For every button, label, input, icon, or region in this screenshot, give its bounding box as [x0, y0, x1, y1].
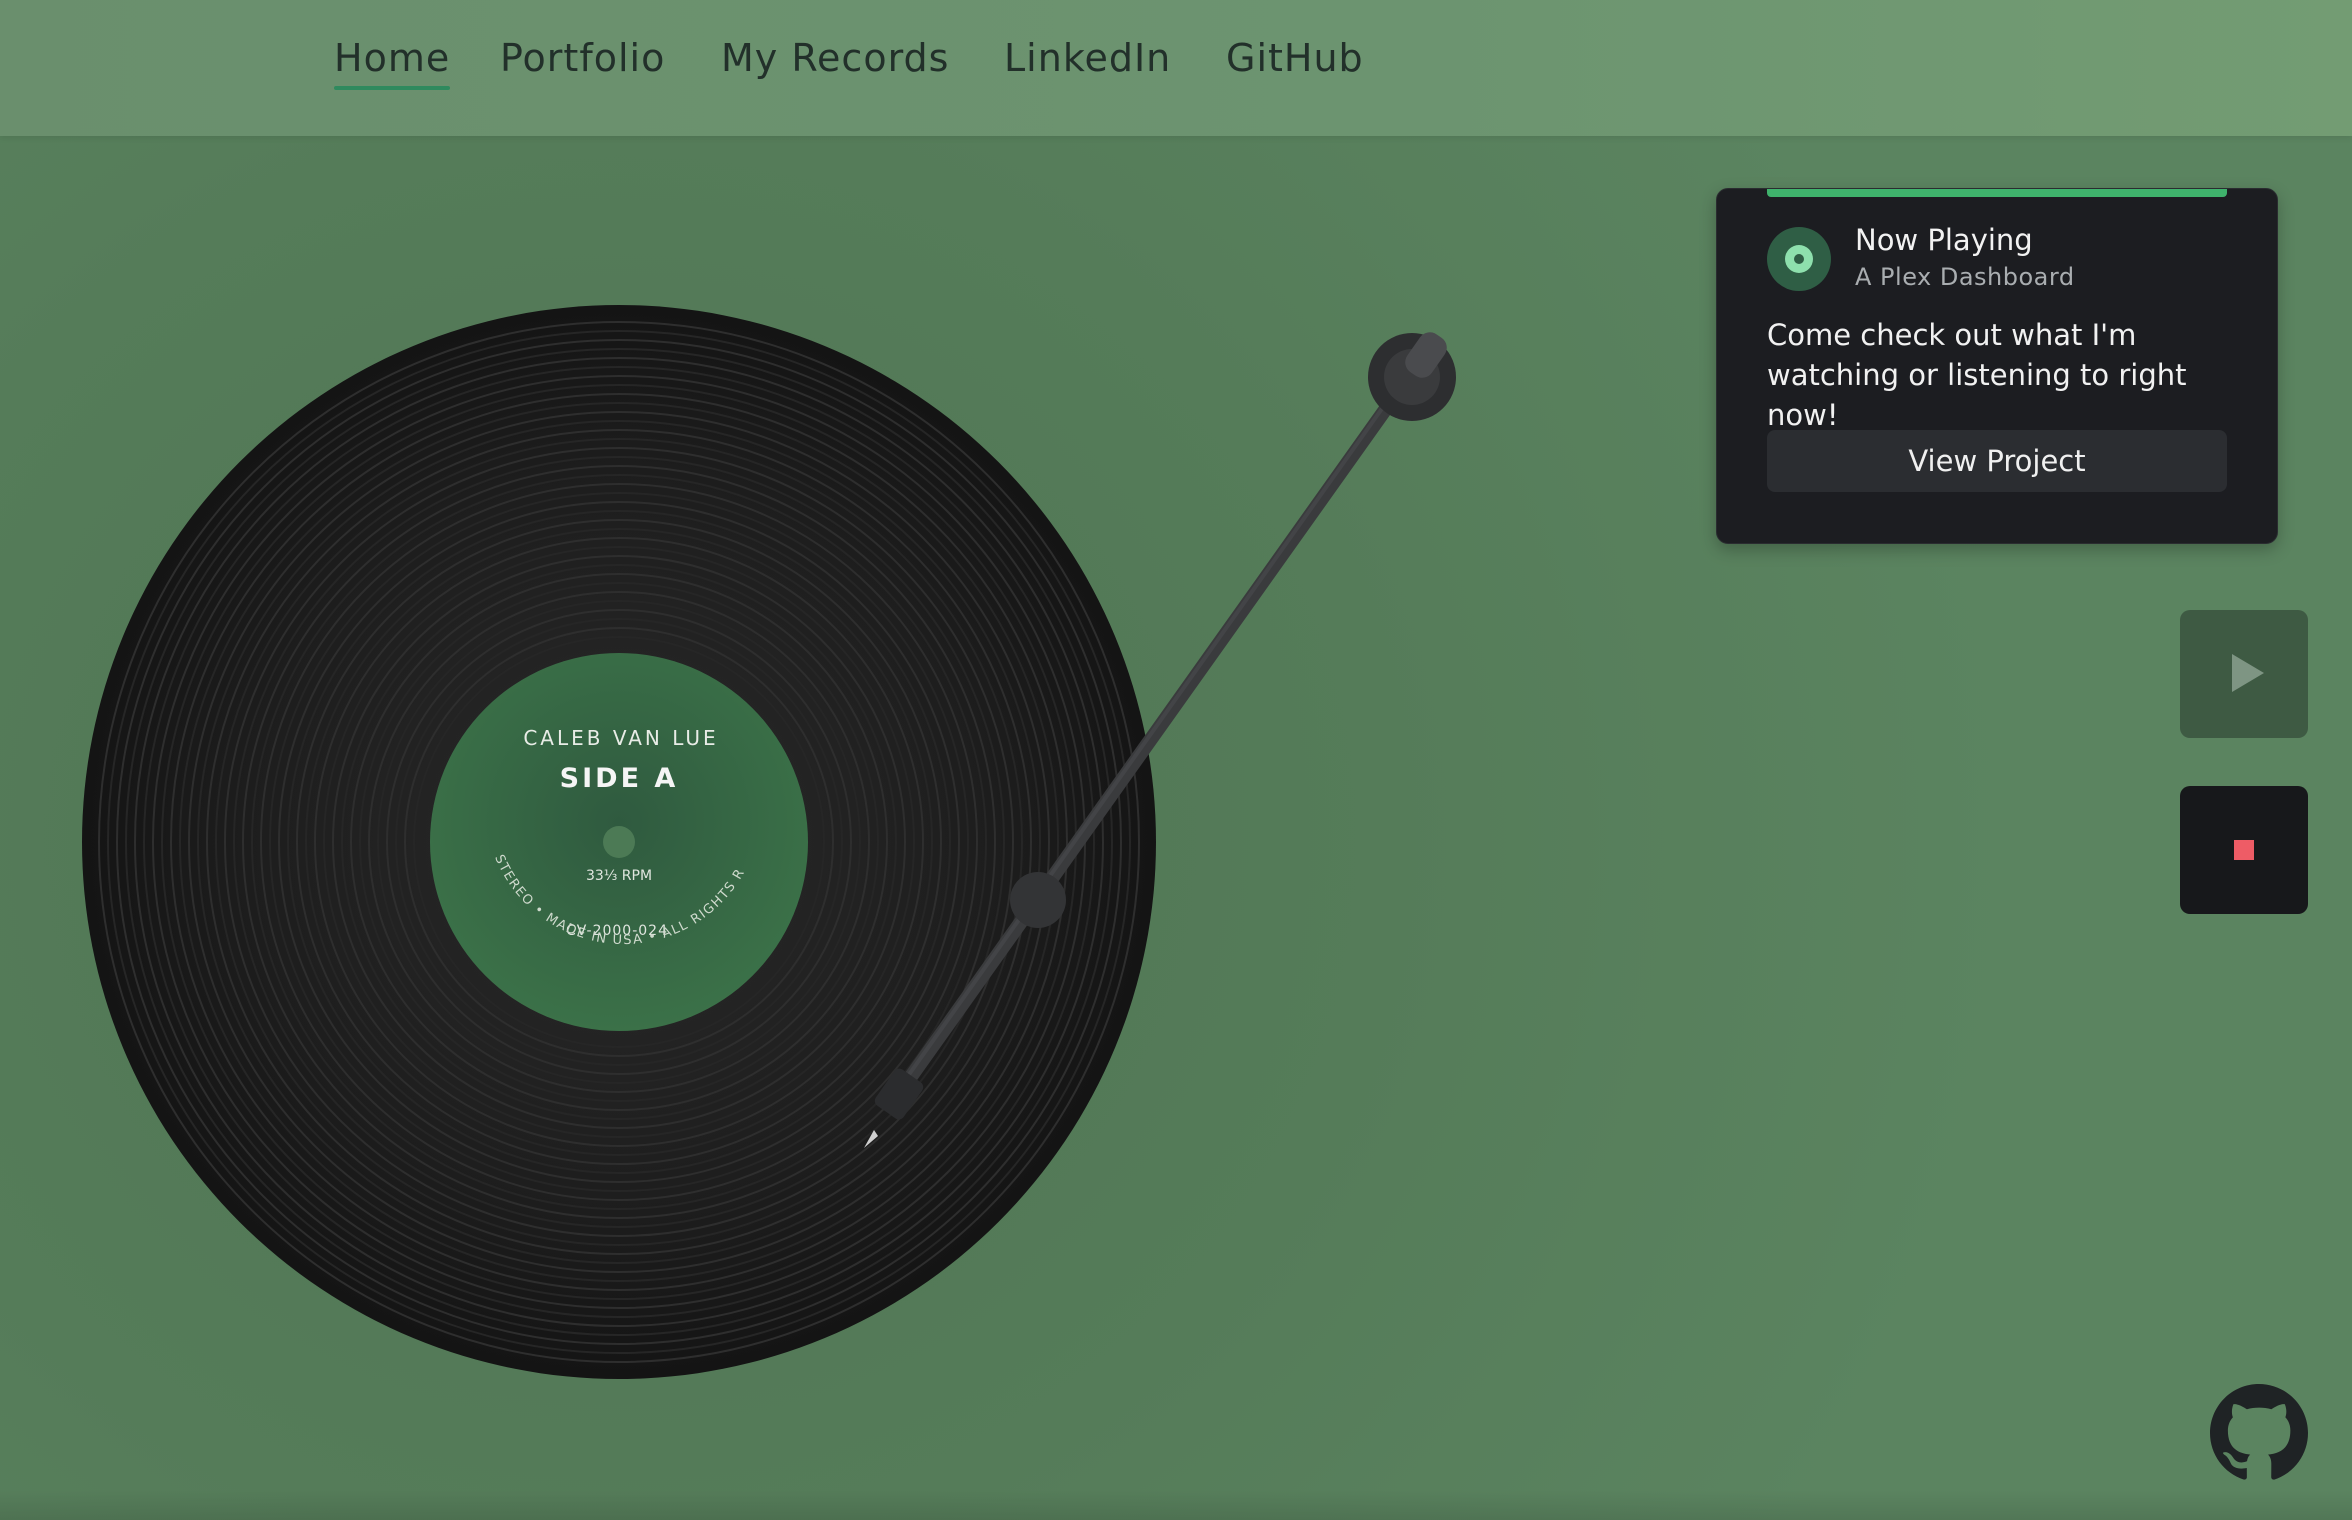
nav-my-records[interactable]: My Records: [721, 36, 949, 80]
turntable: CALEB VAN LUE SIDE A 33⅓ RPM CV-2000-024…: [0, 136, 1456, 1379]
stop-button[interactable]: [2180, 786, 2308, 914]
top-navigation: Home Portfolio My Records LinkedIn GitHu…: [0, 0, 2352, 136]
play-button[interactable]: [2180, 610, 2308, 738]
nav-portfolio[interactable]: Portfolio: [500, 36, 665, 80]
vinyl-icon-label: [1785, 245, 1813, 273]
github-link[interactable]: [2210, 1384, 2308, 1482]
label-speed: 33⅓ RPM: [586, 868, 652, 884]
label-artist: CALEB VAN LUE: [523, 726, 718, 750]
now-playing-subtitle: A Plex Dashboard: [1855, 263, 2075, 291]
now-playing-heading: Now Playing: [1855, 223, 2033, 257]
vinyl-record: CALEB VAN LUE SIDE A 33⅓ RPM CV-2000-024…: [0, 136, 1156, 1379]
nav-home[interactable]: Home: [334, 36, 451, 90]
stop-icon: [2234, 840, 2254, 860]
tonearm-mid-joint: [1010, 872, 1066, 928]
nav-github[interactable]: GitHub: [1226, 36, 1364, 80]
nav-linkedin[interactable]: LinkedIn: [1004, 36, 1171, 80]
label-side: SIDE A: [560, 763, 679, 794]
bottom-shadow: [0, 1490, 2352, 1520]
vinyl-icon-hole: [1794, 254, 1804, 264]
now-playing-card: Now Playing A Plex Dashboard Come check …: [1716, 188, 2278, 544]
now-playing-progress: [1767, 189, 2227, 197]
vinyl-icon: [1767, 227, 1831, 291]
play-icon: [2232, 654, 2264, 692]
progress-fill: [1767, 189, 2227, 197]
github-icon: [2210, 1384, 2308, 1480]
view-project-button[interactable]: View Project: [1767, 430, 2227, 492]
now-playing-description: Come check out what I'm watching or list…: [1767, 318, 2187, 432]
spindle-hole: [603, 826, 635, 858]
